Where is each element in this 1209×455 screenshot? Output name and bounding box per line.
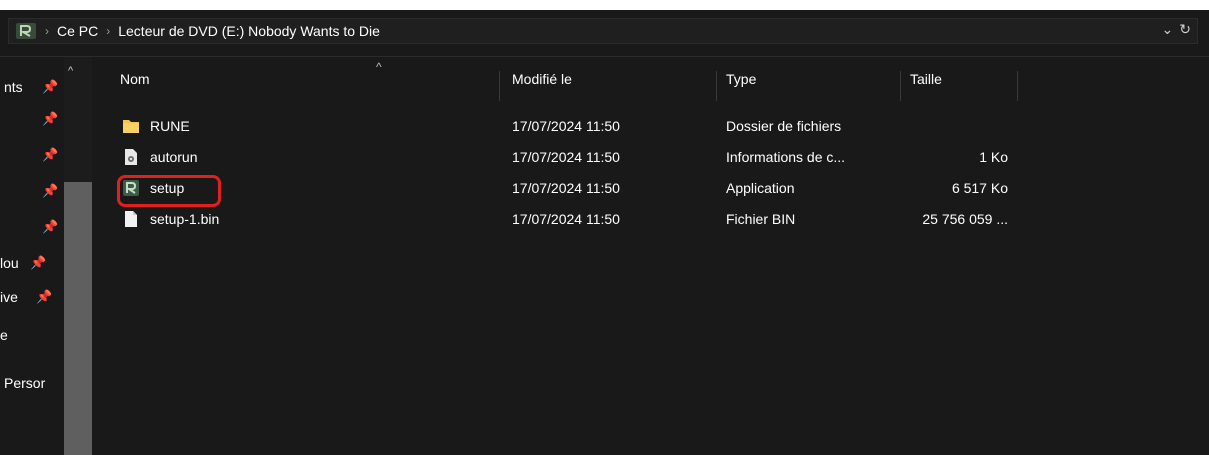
file-size: 6 517 Ko <box>951 180 1008 196</box>
config-file-icon <box>125 149 137 165</box>
file-name: RUNE <box>150 118 190 134</box>
navigation-pane: ^ nts 📌 📌 📌 📌 📌 lou 📌 ive 📌 e Persor <box>0 57 92 455</box>
file-type: Fichier BIN <box>726 211 796 227</box>
nav-item-cloud[interactable]: lou <box>0 255 19 277</box>
nav-scrollbar-thumb[interactable] <box>64 182 92 455</box>
sort-ascending-icon: ^ <box>376 60 382 74</box>
file-type: Informations de c... <box>726 149 846 165</box>
nav-item-e[interactable]: e <box>0 327 8 349</box>
breadcrumb-this-pc[interactable]: Ce PC <box>57 23 98 39</box>
breadcrumb-separator: › <box>106 24 111 38</box>
pin-icon: 📌 <box>30 255 47 270</box>
address-box[interactable]: › Ce PC › Lecteur de DVD (E:) Nobody Wan… <box>8 18 1198 44</box>
pin-icon: 📌 <box>42 147 59 162</box>
nav-item-label: ive <box>0 289 18 305</box>
nav-item-label: e <box>0 327 8 343</box>
table-row[interactable]: RUNE 17/07/2024 11:50 Dossier de fichier… <box>92 115 1209 139</box>
file-size: 1 Ko <box>979 149 1008 165</box>
setup-highlight-annotation <box>117 175 221 207</box>
column-header-label: Type <box>726 71 757 87</box>
file-name: autorun <box>150 149 198 165</box>
breadcrumb-separator: › <box>45 24 49 38</box>
file-type: Dossier de fichiers <box>726 118 842 134</box>
file-modified: 17/07/2024 11:50 <box>512 180 620 196</box>
rune-drive-icon[interactable] <box>15 22 37 40</box>
file-modified: 17/07/2024 11:50 <box>512 149 620 165</box>
file-name: setup-1.bin <box>150 211 220 227</box>
refresh-icon[interactable]: ↻ <box>1179 21 1191 38</box>
file-size: 25 756 059 ... <box>922 211 1008 227</box>
breadcrumb-dvd-drive[interactable]: Lecteur de DVD (E:) Nobody Wants to Die <box>118 23 380 39</box>
pin-icon: 📌 <box>42 79 59 94</box>
file-modified: 17/07/2024 11:50 <box>512 211 620 227</box>
column-divider[interactable] <box>900 71 901 101</box>
file-icon <box>125 211 137 227</box>
file-modified: 17/07/2024 11:50 <box>512 118 620 134</box>
table-row[interactable]: autorun 17/07/2024 11:50 Informations de… <box>92 146 1209 170</box>
scroll-up-icon[interactable]: ^ <box>68 65 73 77</box>
pin-icon: 📌 <box>36 289 53 304</box>
pin-icon: 📌 <box>42 219 59 234</box>
table-row[interactable]: setup-1.bin 17/07/2024 11:50 Fichier BIN… <box>92 208 1209 232</box>
column-header-type[interactable]: Type <box>726 71 756 103</box>
file-list-pane: Nom ^ Modifié le Type Taille RUNE 17/07/… <box>92 57 1209 455</box>
pin-icon: 📌 <box>42 183 59 198</box>
address-controls: ⌄ ↻ <box>1162 21 1191 38</box>
column-divider[interactable] <box>499 71 500 101</box>
column-header-modified[interactable]: Modifié le <box>512 71 572 103</box>
column-header-label: Modifié le <box>512 71 572 87</box>
column-divider[interactable] <box>716 71 717 101</box>
nav-item-label: lou <box>0 255 19 271</box>
column-divider[interactable] <box>1017 71 1018 101</box>
column-header-label: Nom <box>120 71 150 87</box>
pin-icon: 📌 <box>42 111 59 126</box>
file-type: Application <box>726 180 795 196</box>
address-bar: › Ce PC › Lecteur de DVD (E:) Nobody Wan… <box>0 10 1209 57</box>
window-top-strip <box>0 0 1209 10</box>
column-header-size[interactable]: Taille <box>910 71 942 103</box>
folder-icon <box>123 120 139 133</box>
column-header-label: Taille <box>910 71 942 87</box>
table-row[interactable]: setup 17/07/2024 11:50 Application 6 517… <box>92 177 1209 201</box>
chevron-down-icon[interactable]: ⌄ <box>1162 21 1174 38</box>
breadcrumb: › Ce PC › Lecteur de DVD (E:) Nobody Wan… <box>15 19 380 43</box>
nav-item-drive[interactable]: ive <box>0 289 18 311</box>
column-header-name[interactable]: Nom <box>120 71 150 103</box>
nav-item-personal[interactable]: Persor <box>4 375 45 397</box>
nav-item-quick-access-1[interactable]: nts <box>4 79 23 101</box>
nav-item-label: nts <box>4 79 23 95</box>
nav-item-label: Persor <box>4 375 46 391</box>
